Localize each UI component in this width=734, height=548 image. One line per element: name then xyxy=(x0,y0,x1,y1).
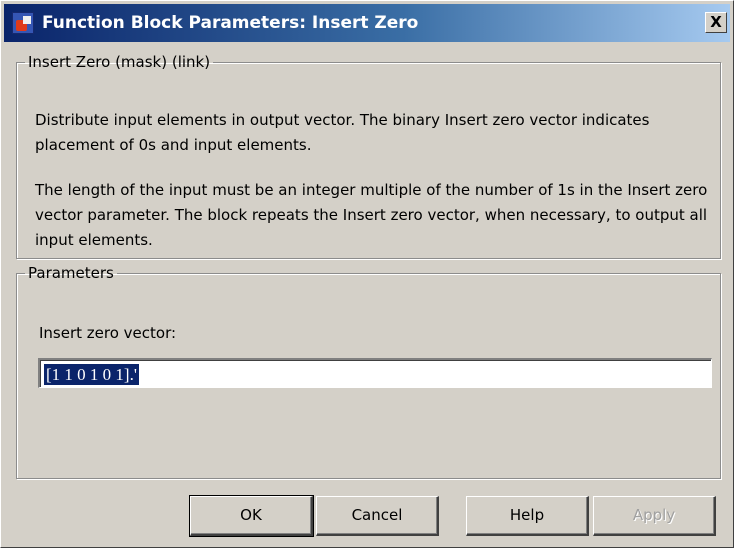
insert-zero-vector-input[interactable]: [1 1 0 1 0 1].' xyxy=(38,358,712,388)
selected-input-text: [1 1 0 1 0 1].' xyxy=(44,364,139,385)
title-bar[interactable]: Function Block Parameters: Insert Zero X xyxy=(4,4,730,42)
dialog-window: Function Block Parameters: Insert Zero X… xyxy=(0,0,734,548)
window-title: Function Block Parameters: Insert Zero xyxy=(42,13,419,33)
ok-button[interactable]: OK xyxy=(189,495,314,537)
close-icon[interactable]: X xyxy=(705,12,727,33)
help-button[interactable]: Help xyxy=(466,496,589,536)
simulink-block-icon xyxy=(12,12,34,34)
parameters-group: Parameters Insert zero vector: [1 1 0 1 … xyxy=(16,264,721,479)
apply-button[interactable]: Apply xyxy=(593,496,716,536)
description-paragraph-2: The length of the input must be an integ… xyxy=(35,181,708,249)
mask-group-legend: Insert Zero (mask) (link) xyxy=(28,53,211,71)
mask-description-group: Insert Zero (mask) (link) Distribute inp… xyxy=(16,53,721,259)
description-paragraph-1: Distribute input elements in output vect… xyxy=(35,111,650,154)
insert-zero-vector-label: Insert zero vector: xyxy=(39,324,177,342)
cancel-button[interactable]: Cancel xyxy=(316,496,439,536)
parameters-legend: Parameters xyxy=(28,264,114,282)
